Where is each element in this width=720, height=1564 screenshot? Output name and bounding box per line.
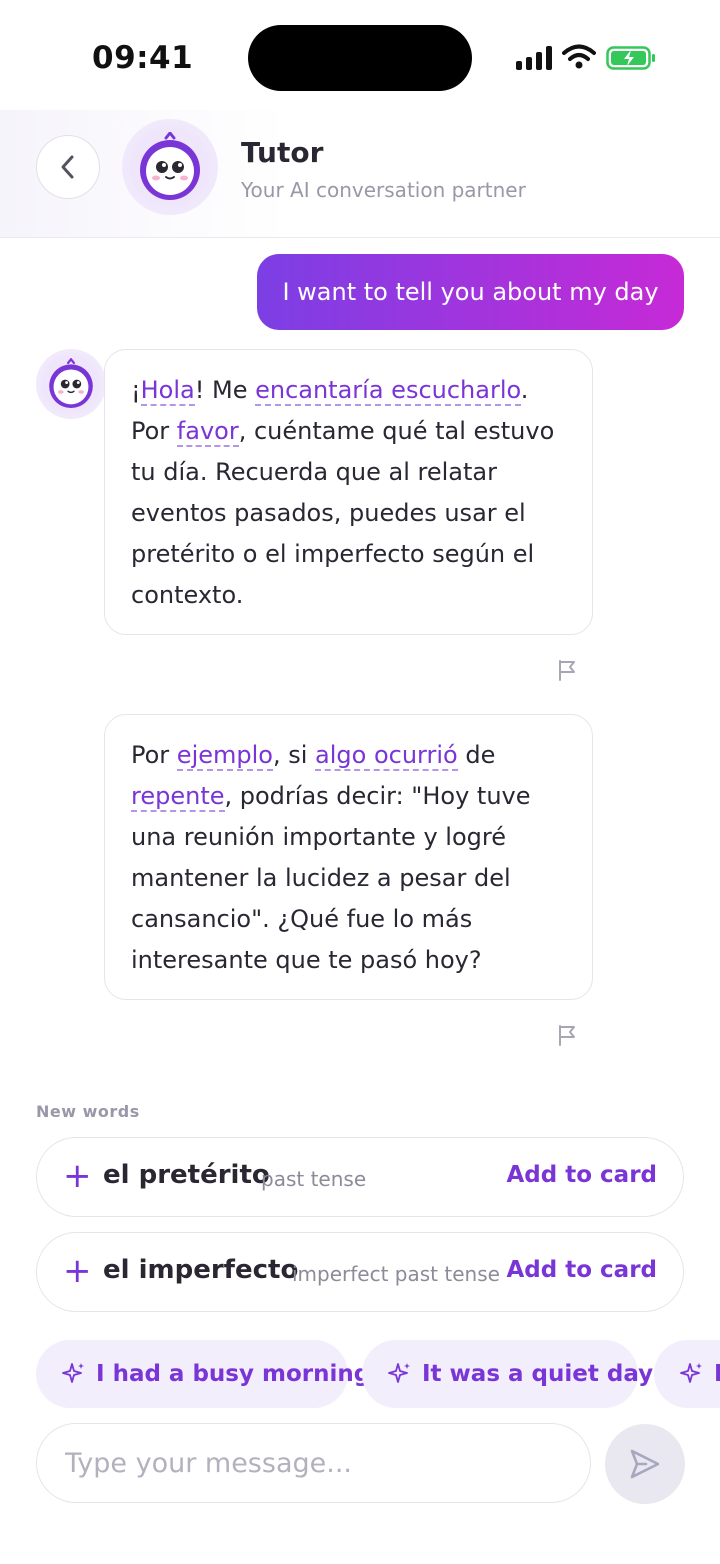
chat-header: Tutor Your AI conversation partner <box>0 110 720 238</box>
tutor-avatar <box>122 119 218 215</box>
flag-icon[interactable] <box>556 658 580 682</box>
cellular-signal-icon <box>516 46 552 70</box>
tutor-mascot-icon <box>49 358 93 408</box>
flag-icon[interactable] <box>556 1023 580 1047</box>
suggestion-chip[interactable]: It was a quiet day <box>362 1340 653 1408</box>
tutor-mascot-icon <box>140 132 200 200</box>
new-word-card: + el pretérito past tense Add to card <box>36 1137 684 1217</box>
sparkle-icon <box>680 1363 702 1383</box>
battery-icon <box>606 46 655 70</box>
tutor-message-bubble: Por ejemplo, si algo ocurrió de repente,… <box>104 714 593 1000</box>
status-time: 09:41 <box>92 40 194 76</box>
chat-subtitle: Your AI conversation partner <box>241 178 526 202</box>
add-to-card-button[interactable]: Add to card <box>507 1162 658 1188</box>
vocab-word-link[interactable]: encantaría escucharlo <box>255 376 521 406</box>
wifi-icon <box>562 44 596 69</box>
suggestion-chips: I had a busy morning It was a quiet day … <box>0 1340 720 1408</box>
new-word-card: + el imperfecto imperfect past tense Add… <box>36 1232 684 1312</box>
send-icon <box>630 1449 660 1479</box>
new-word-term: el pretérito <box>103 1160 270 1190</box>
new-word-meaning: imperfect past tense <box>292 1262 500 1286</box>
suggestion-text: It was a quiet day <box>422 1361 654 1387</box>
send-button[interactable] <box>605 1424 685 1504</box>
message-text: ¡ <box>131 376 141 404</box>
user-message-bubble: I want to tell you about my day <box>257 254 684 330</box>
vocab-word-link[interactable]: repente <box>131 782 225 812</box>
chevron-left-icon <box>61 155 74 179</box>
message-text: , si <box>272 741 316 769</box>
new-words-heading: New words <box>36 1102 140 1121</box>
sparkle-icon <box>388 1363 410 1383</box>
message-text: Por <box>131 741 177 769</box>
message-text: de <box>457 741 496 769</box>
tutor-message-bubble: ¡Hola! Me encantaría escucharlo. Por fav… <box>104 349 593 635</box>
message-input[interactable] <box>36 1423 591 1503</box>
vocab-word-link[interactable]: favor <box>176 417 239 447</box>
message-text: ! Me <box>194 376 256 404</box>
plus-icon[interactable]: + <box>63 1158 92 1194</box>
plus-icon[interactable]: + <box>63 1253 92 1289</box>
suggestion-text: I had a busy morning <box>96 1361 371 1387</box>
suggestion-chip[interactable]: I <box>654 1340 720 1408</box>
sparkle-icon <box>62 1363 84 1383</box>
chat-title: Tutor <box>241 136 324 169</box>
new-word-meaning: past tense <box>261 1167 367 1191</box>
new-word-term: el imperfecto <box>103 1255 299 1285</box>
suggestion-chip[interactable]: I had a busy morning <box>36 1340 370 1408</box>
back-button[interactable] <box>36 135 100 199</box>
vocab-word-link[interactable]: Hola <box>140 376 195 406</box>
vocab-word-link[interactable]: ejemplo <box>176 741 273 771</box>
add-to-card-button[interactable]: Add to card <box>507 1257 658 1283</box>
vocab-word-link[interactable]: algo ocurrió <box>315 741 458 771</box>
tutor-message-avatar <box>36 349 106 419</box>
suggestion-text: I <box>714 1361 720 1387</box>
status-bar: 09:41 <box>0 0 720 110</box>
dynamic-island <box>248 25 472 91</box>
